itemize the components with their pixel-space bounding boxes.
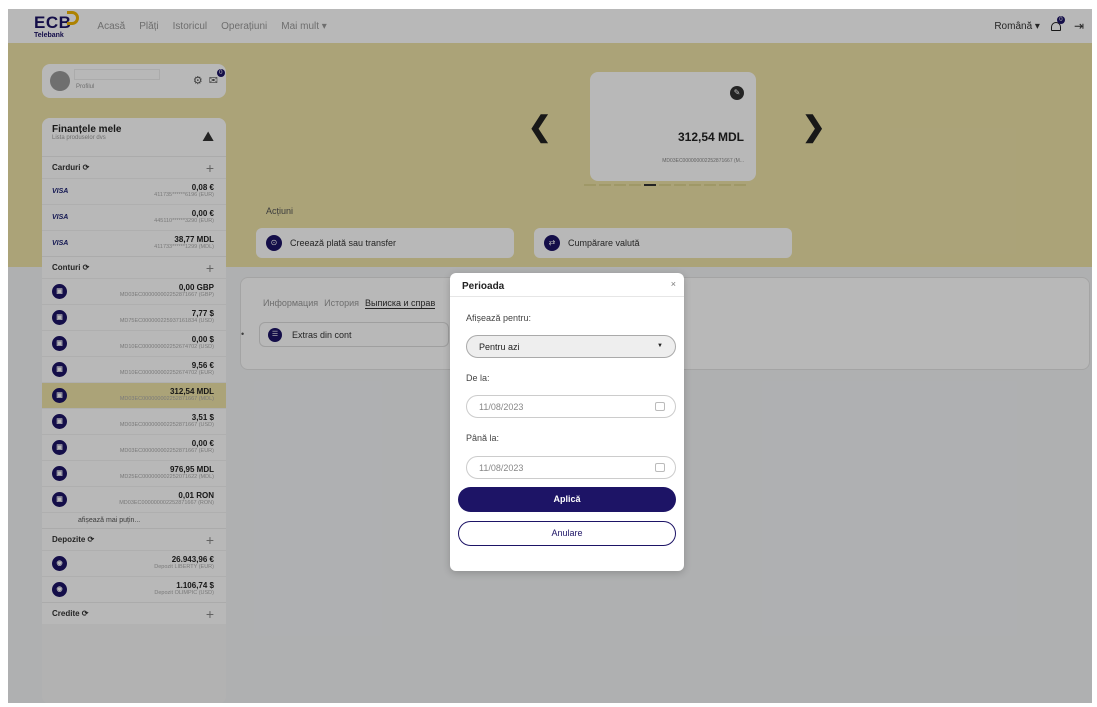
period-select-value: Pentru azi: [479, 342, 520, 352]
period-select[interactable]: Pentru azi ▼: [466, 335, 676, 358]
from-label: De la:: [466, 373, 490, 383]
apply-button[interactable]: Aplică: [458, 487, 676, 512]
close-icon[interactable]: ×: [671, 279, 676, 289]
calendar-icon[interactable]: [655, 463, 665, 472]
chevron-down-icon: ▼: [657, 343, 663, 349]
calendar-icon[interactable]: [655, 402, 665, 411]
to-date-value: 11/08/2023: [479, 463, 524, 473]
from-date-value: 11/08/2023: [479, 402, 524, 412]
app-frame: ECB Telebank Acasă Plăți Istoricul Opera…: [8, 9, 1092, 703]
period-dialog: Perioada × Afișează pentru: Pentru azi ▼ D…: [450, 273, 684, 571]
to-date-field[interactable]: 11/08/2023: [466, 456, 676, 479]
cancel-button[interactable]: Anulare: [458, 521, 676, 546]
to-label: Până la:: [466, 433, 500, 443]
show-for-label: Afișează pentru:: [466, 313, 532, 323]
dialog-title: Perioada: [462, 281, 505, 292]
from-date-field[interactable]: 11/08/2023: [466, 395, 676, 418]
